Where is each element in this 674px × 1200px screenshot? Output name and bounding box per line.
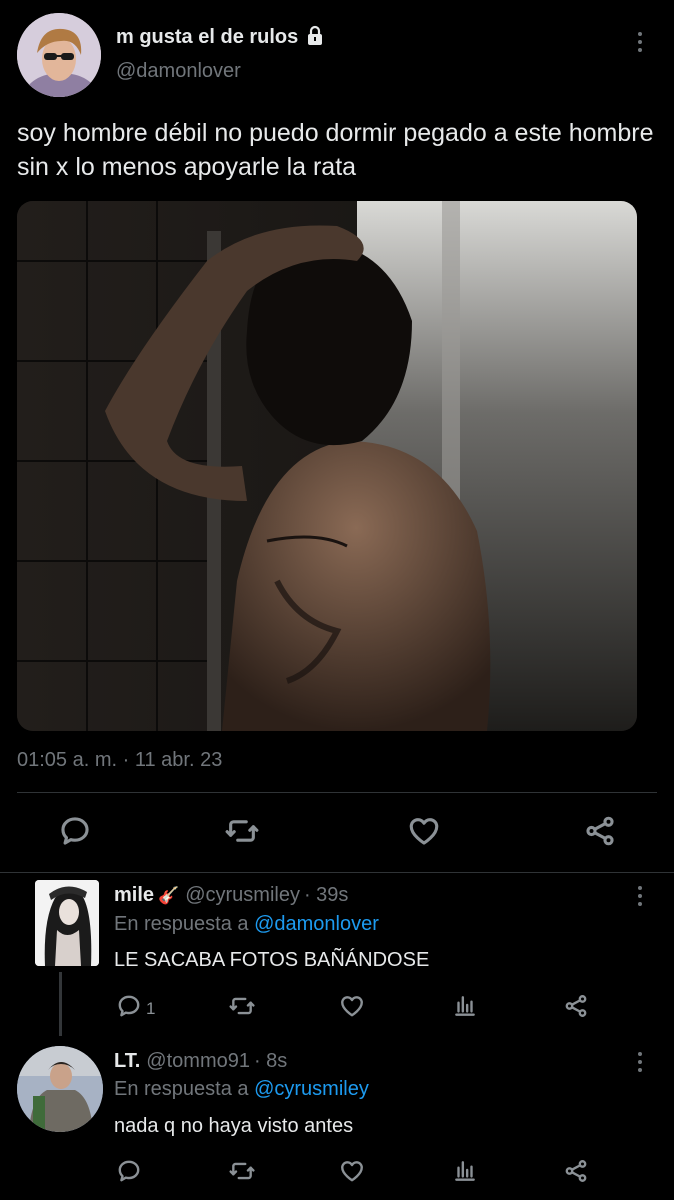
reply-to-prefix: En respuesta a <box>114 1078 249 1100</box>
reply-icon[interactable] <box>116 1158 142 1184</box>
reply-to-handle[interactable]: @cyrusmiley <box>254 1078 369 1100</box>
tweet-media-image <box>17 201 637 731</box>
reply-display-name[interactable]: LT. <box>114 1050 140 1073</box>
reply-to-line: En respuesta a @cyrusmiley <box>114 1078 369 1101</box>
share-icon[interactable] <box>583 814 617 848</box>
retweet-icon[interactable] <box>224 814 260 848</box>
more-icon[interactable] <box>636 32 644 56</box>
author-avatar-image <box>17 13 101 97</box>
reply-text: nada q no haya visto antes <box>114 1115 354 1137</box>
thread-line <box>59 972 62 1036</box>
like-icon[interactable] <box>339 993 365 1019</box>
more-icon[interactable] <box>636 886 644 910</box>
reply-display-name[interactable]: mile <box>114 884 154 907</box>
like-icon[interactable] <box>339 1158 365 1184</box>
divider <box>0 872 674 873</box>
analytics-icon[interactable] <box>452 1158 478 1184</box>
reply-to-prefix: En respuesta a <box>114 913 249 935</box>
reply-handle[interactable]: @cyrusmiley <box>185 884 300 907</box>
like-icon[interactable] <box>407 814 441 848</box>
reply-icon <box>116 993 142 1024</box>
tweet-timestamp[interactable]: 01:05 a. m. · 11 abr. 23 <box>17 749 222 772</box>
reply-avatar-image <box>17 1046 103 1132</box>
reply-avatar[interactable] <box>17 1046 103 1132</box>
share-icon[interactable] <box>563 1158 589 1184</box>
author-handle[interactable]: @damonlover <box>116 60 241 83</box>
guitar-emoji: 🎸 <box>158 886 180 905</box>
reply-time[interactable]: · 8s <box>254 1050 287 1073</box>
author-name-row: m gusta el de rulos <box>116 24 326 51</box>
reply-count: 1 <box>146 998 156 1018</box>
more-icon[interactable] <box>636 1052 644 1076</box>
reply-text: LE SACABA FOTOS BAÑÁNDOSE <box>114 949 430 971</box>
analytics-icon[interactable] <box>452 993 478 1019</box>
divider <box>17 792 657 793</box>
reply-handle[interactable]: @tommo91 <box>146 1050 250 1073</box>
reply-icon[interactable] <box>58 814 92 848</box>
reply-to-line: En respuesta a @damonlover <box>114 913 379 936</box>
retweet-icon[interactable] <box>228 1158 256 1184</box>
reply-to-handle[interactable]: @damonlover <box>254 913 379 935</box>
tweet-media[interactable] <box>17 201 637 731</box>
lock-icon <box>304 24 326 51</box>
author-avatar[interactable] <box>17 13 101 97</box>
reply-time[interactable]: · 39s <box>304 884 348 907</box>
retweet-icon[interactable] <box>228 993 256 1019</box>
share-icon[interactable] <box>563 993 589 1019</box>
reply-avatar[interactable] <box>35 880 99 966</box>
author-display-name[interactable]: m gusta el de rulos <box>116 26 298 49</box>
reply-header: LT. @tommo91 · 8s <box>114 1050 287 1073</box>
reply-button[interactable]: 1 <box>116 993 155 1024</box>
reply-header: mile 🎸 @cyrusmiley · 39s <box>114 884 348 907</box>
reply-avatar-image <box>35 880 99 966</box>
tweet-text: soy hombre débil no puedo dormir pegado … <box>17 119 654 181</box>
